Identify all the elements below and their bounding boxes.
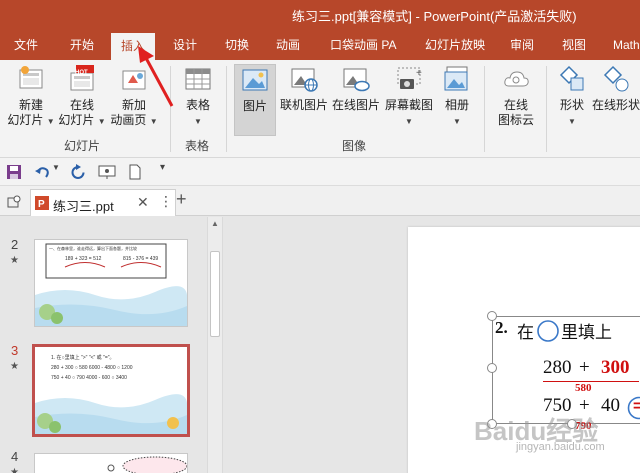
- annotation-arrow-icon: [138, 46, 174, 107]
